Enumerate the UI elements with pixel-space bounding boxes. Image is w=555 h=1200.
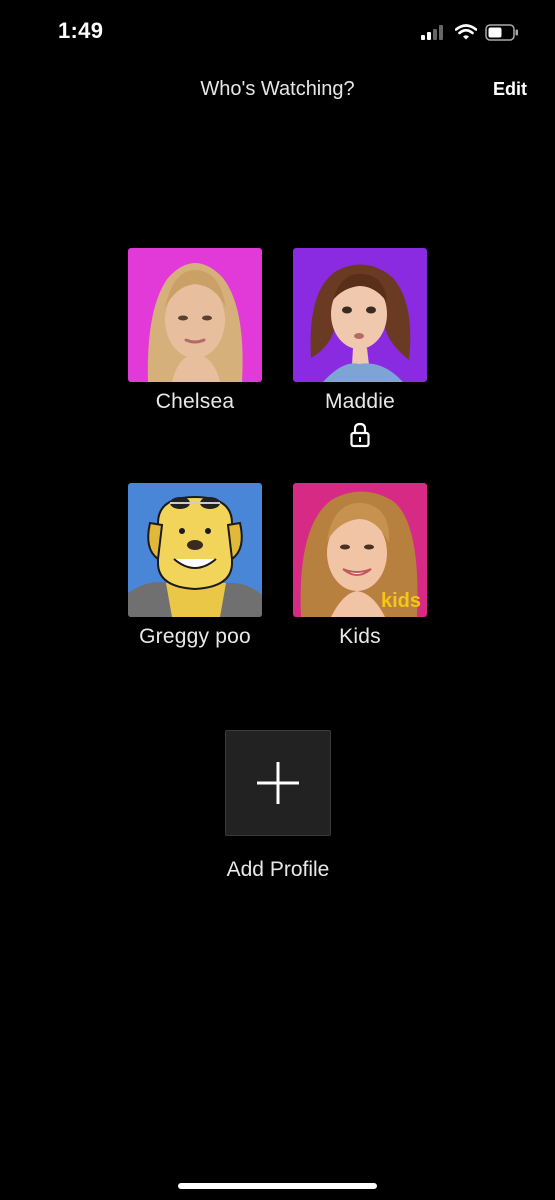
add-profile-label: Add Profile [226, 858, 330, 881]
profile-avatar [128, 483, 262, 617]
profile-name: Chelsea [155, 390, 235, 413]
wifi-icon [455, 24, 477, 40]
profile-chelsea[interactable]: Chelsea [110, 248, 280, 414]
add-profile-tile[interactable] [225, 730, 331, 836]
status-time: 1:49 [58, 18, 104, 43]
profile-kids[interactable]: kids Kids [275, 483, 445, 649]
profile-name: Kids [339, 625, 381, 648]
status-icons [421, 20, 519, 44]
profile-avatar: kids [293, 483, 427, 617]
home-indicator[interactable] [178, 1183, 377, 1189]
kids-badge: kids [381, 590, 421, 612]
profile-avatar [293, 248, 427, 382]
edit-button[interactable]: Edit [493, 79, 527, 100]
plus-icon [257, 762, 299, 804]
battery-icon [485, 23, 518, 41]
status-bar: 1:49 [0, 0, 555, 62]
profile-name: Greggy poo [139, 625, 251, 648]
profile-maddie[interactable]: Maddie [275, 248, 445, 448]
page-title: Who's Watching? [200, 78, 355, 100]
lock-icon [350, 422, 370, 448]
profile-greggy-poo[interactable]: Greggy poo [110, 483, 280, 649]
add-profile-button[interactable]: Add Profile [193, 730, 363, 882]
profile-avatar [128, 248, 262, 382]
cellular-signal-icon [421, 25, 443, 40]
profile-name: Maddie [324, 390, 396, 413]
